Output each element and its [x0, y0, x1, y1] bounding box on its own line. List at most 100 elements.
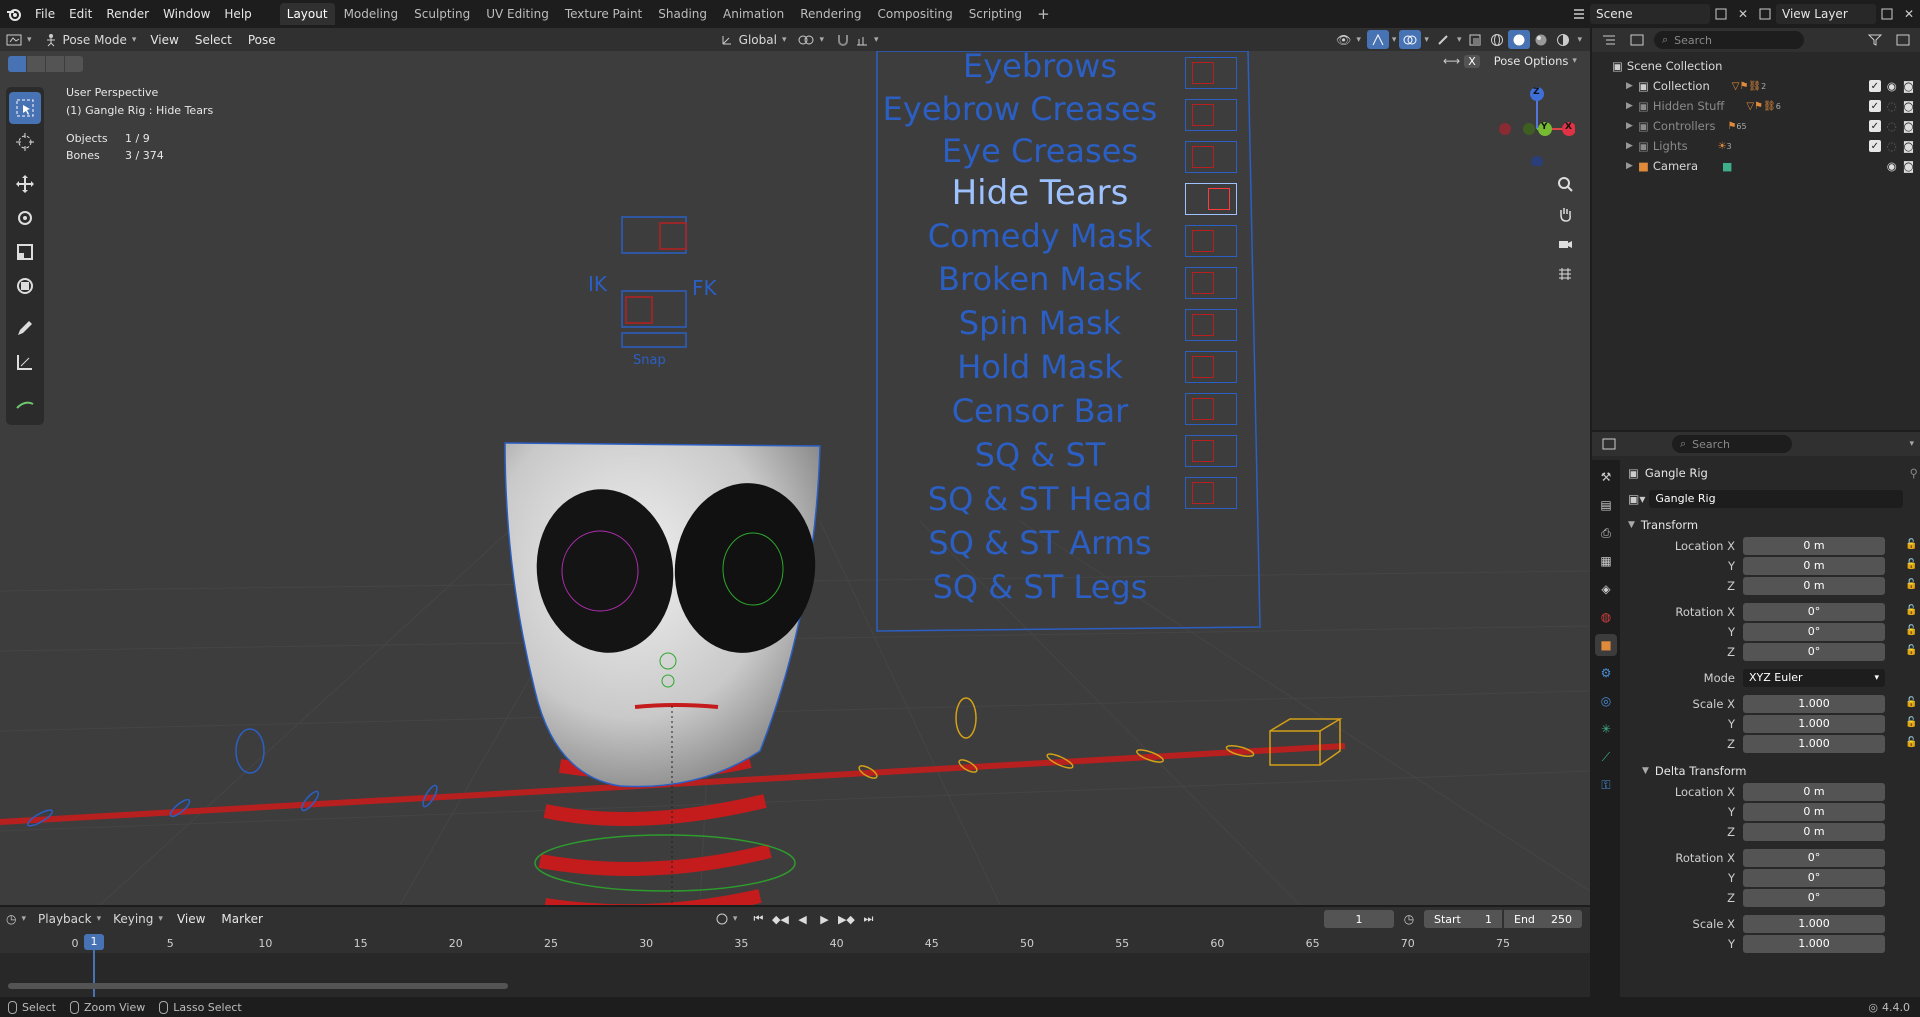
menu-file[interactable]: File	[28, 0, 62, 28]
menu-render[interactable]: Render	[99, 0, 156, 28]
object-name-field[interactable]: Gangle Rig	[1649, 490, 1904, 508]
tab-compositing[interactable]: Compositing	[870, 3, 959, 25]
measure-tool[interactable]	[9, 346, 41, 378]
location-x-field[interactable]: 0 m	[1743, 537, 1885, 555]
rig-label-ik[interactable]: IK	[588, 272, 607, 296]
lock-icon[interactable]: 🔓	[1905, 625, 1920, 639]
scale-z-field[interactable]: 1.000	[1743, 735, 1885, 753]
menu-pose[interactable]: Pose	[240, 33, 284, 47]
pivot-dropdown[interactable]: ▾	[792, 30, 830, 49]
pose-options-dropdown[interactable]: Pose Options	[1494, 54, 1569, 68]
new-collection-icon[interactable]	[1892, 31, 1914, 50]
expand-arrow-icon[interactable]: ▶	[1626, 161, 1638, 171]
camera-view-icon[interactable]	[1552, 231, 1578, 257]
scale-tool[interactable]	[9, 236, 41, 268]
delete-scene-icon[interactable]: ✕	[1732, 5, 1754, 24]
editor-type-dropdown[interactable]: ▾	[0, 30, 38, 49]
rig-label-censor-bar[interactable]: Censor Bar	[890, 389, 1190, 433]
new-scene-icon[interactable]	[1710, 5, 1732, 24]
lock-icon[interactable]: 🔓	[1905, 539, 1920, 553]
display-mode-icon[interactable]	[1626, 31, 1648, 50]
select-new-icon[interactable]	[8, 56, 26, 72]
eye-icon[interactable]: ◉	[1887, 79, 1897, 93]
mirror-icon[interactable]: ⟷	[1443, 54, 1460, 68]
view-layer-selector[interactable]: View Layer	[1776, 4, 1876, 24]
rig-label-spin-mask[interactable]: Spin Mask	[890, 301, 1190, 345]
eye-icon[interactable]: ◉	[1887, 159, 1897, 173]
gizmo-toggle-icon[interactable]	[1366, 30, 1389, 49]
delta-rotation-y-field[interactable]: 0°	[1743, 869, 1885, 887]
eye-closed-icon[interactable]: ◌	[1887, 99, 1897, 113]
keying-dropdown[interactable]: Keying ▾	[107, 910, 169, 929]
menu-help[interactable]: Help	[217, 0, 258, 28]
orientation-dropdown[interactable]: Global ▾	[714, 30, 793, 49]
tool-tab-icon[interactable]: ⚒	[1595, 466, 1617, 488]
xray-toggle-icon[interactable]	[1464, 30, 1486, 49]
scene-icon[interactable]	[1568, 5, 1590, 24]
rig-label-eyebrow-creases[interactable]: Eyebrow Creases	[850, 88, 1190, 131]
outliner-item-camera[interactable]: ▶ ■ Camera ■ ◉ ◙	[1592, 156, 1920, 176]
timeline-editor-type[interactable]: ◷ ▾	[0, 910, 32, 929]
modifier-tab-icon[interactable]: ⚙	[1595, 662, 1617, 684]
view-layer-tab-icon[interactable]: ▦	[1595, 550, 1617, 572]
outliner-editor-icon[interactable]	[1598, 31, 1620, 50]
checkbox-icon[interactable]: ✓	[1868, 140, 1881, 152]
start-frame-field[interactable]: Start 1	[1424, 910, 1502, 928]
rig-label-comedy-mask[interactable]: Comedy Mask	[890, 215, 1190, 257]
navigation-gizmo[interactable]: Z X Y	[1495, 86, 1576, 168]
visibility-dropdown[interactable]: 👁 ▾	[1330, 30, 1367, 49]
checkbox-icon[interactable]: ✓	[1868, 120, 1881, 132]
lock-icon[interactable]: 🔓	[1905, 697, 1920, 711]
rig-label-hide-tears[interactable]: Hide Tears	[890, 171, 1190, 215]
camera-render-icon[interactable]: ◙	[1903, 159, 1914, 173]
new-view-layer-icon[interactable]	[1876, 5, 1898, 24]
rendered-shading-icon[interactable]	[1552, 30, 1574, 49]
select-box-tool[interactable]	[9, 92, 41, 124]
bone-tab-icon[interactable]: ⚿	[1595, 774, 1617, 796]
annotate-tool[interactable]	[9, 312, 41, 344]
timeline-marker-menu[interactable]: Marker	[213, 912, 270, 926]
menu-edit[interactable]: Edit	[62, 0, 99, 28]
tab-scripting[interactable]: Scripting	[962, 3, 1029, 25]
cursor-tool[interactable]	[9, 126, 41, 158]
delta-transform-header[interactable]: ▼ Delta Transform	[1628, 760, 1918, 782]
outliner-item-collection[interactable]: ▶ ▣ Collection ▽⚑⛓ 2 ✓ ◉ ◙	[1592, 76, 1920, 96]
lock-icon[interactable]: 🔓	[1905, 559, 1920, 573]
prev-keyframe-icon[interactable]: ◆◀	[769, 910, 791, 929]
rig-label-sq-st-legs[interactable]: SQ & ST Legs	[890, 565, 1190, 609]
lock-icon[interactable]: 🔓	[1905, 579, 1920, 593]
rig-label-broken-mask[interactable]: Broken Mask	[890, 257, 1190, 301]
delta-rotation-z-field[interactable]: 0°	[1743, 889, 1885, 907]
select-intersect-icon[interactable]	[65, 56, 83, 72]
wireframe-shading-icon[interactable]	[1486, 30, 1508, 49]
scene-tab-icon[interactable]: ◈	[1595, 578, 1617, 600]
pan-hand-icon[interactable]	[1552, 201, 1578, 227]
eye-closed-icon[interactable]: ◌	[1887, 119, 1897, 133]
eye-closed-icon[interactable]: ◌	[1887, 139, 1897, 153]
armature-data-tab-icon[interactable]: ⟋	[1595, 746, 1617, 768]
lock-icon[interactable]: 🔓	[1905, 605, 1920, 619]
end-frame-field[interactable]: End 250	[1504, 910, 1582, 928]
play-reverse-icon[interactable]: ◀	[791, 910, 813, 929]
zoom-icon[interactable]	[1552, 171, 1578, 197]
transform-panel-header[interactable]: ▼ Transform	[1628, 514, 1918, 536]
rotate-tool[interactable]	[9, 202, 41, 234]
properties-search[interactable]: ⌕ Search	[1672, 435, 1792, 453]
rig-label-sq-st[interactable]: SQ & ST	[890, 433, 1190, 477]
delta-scale-y-field[interactable]: 1.000	[1743, 935, 1885, 953]
object-type-icon[interactable]: ▣▾	[1628, 492, 1645, 506]
timeline-scrollbar[interactable]	[8, 983, 508, 989]
move-tool[interactable]	[9, 168, 41, 200]
tab-rendering[interactable]: Rendering	[793, 3, 868, 25]
playhead-label[interactable]: 1	[84, 934, 104, 950]
transform-tool[interactable]	[9, 270, 41, 302]
rig-label-eyebrows[interactable]: Eyebrows	[890, 51, 1190, 88]
rig-label-sq-st-arms[interactable]: SQ & ST Arms	[890, 521, 1190, 565]
rig-label-hold-mask[interactable]: Hold Mask	[890, 345, 1190, 389]
expand-arrow-icon[interactable]: ▶	[1626, 121, 1638, 131]
timeline-view-menu[interactable]: View	[169, 912, 213, 926]
jump-start-icon[interactable]: ⏮	[747, 910, 769, 929]
x-mirror-toggle[interactable]: X	[1464, 54, 1480, 68]
pin-icon[interactable]: ⚲	[1910, 466, 1918, 480]
menu-select[interactable]: Select	[187, 33, 240, 47]
